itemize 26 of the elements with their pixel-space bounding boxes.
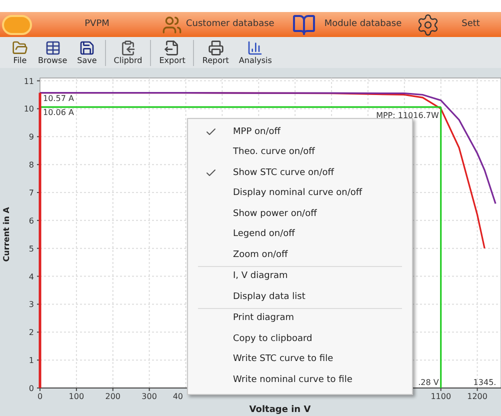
voltage-label: 1345. (473, 378, 496, 387)
x-tick-label: 300 (142, 392, 157, 401)
y-tick-label: 6 (28, 216, 34, 226)
x-tick-label: 40 (172, 392, 183, 401)
x-tick-label: 0 (37, 392, 43, 401)
y-tick-label: 4 (28, 272, 34, 282)
x-tick-label: 200 (105, 392, 121, 401)
y-tick-label: 1 (28, 356, 34, 366)
x-tick-label: 100 (68, 392, 84, 401)
x-axis-title: Voltage in V (249, 405, 311, 415)
y-tick-label: 3 (28, 300, 34, 310)
y-tick-label: 5 (28, 244, 34, 254)
y-axis-title: Current in A (2, 207, 11, 262)
y-tick-label: 0 (28, 384, 34, 393)
mpp-label: MPP: 11016.7W (376, 111, 439, 120)
voltage-label: .28 V (418, 378, 439, 387)
y-tick-label: 8 (28, 160, 34, 170)
current-label: 10.06 A (43, 108, 74, 118)
y-tick-label: 11 (24, 76, 34, 86)
current-label: 10.57 A (43, 94, 74, 103)
y-tick-label: 7 (28, 188, 34, 198)
y-tick-label: 9 (28, 132, 34, 142)
x-tick-label: 1200 (467, 392, 488, 401)
y-tick-label: 10 (24, 104, 34, 114)
y-tick-label: 2 (28, 328, 34, 338)
x-tick-label: 1100 (430, 392, 452, 401)
